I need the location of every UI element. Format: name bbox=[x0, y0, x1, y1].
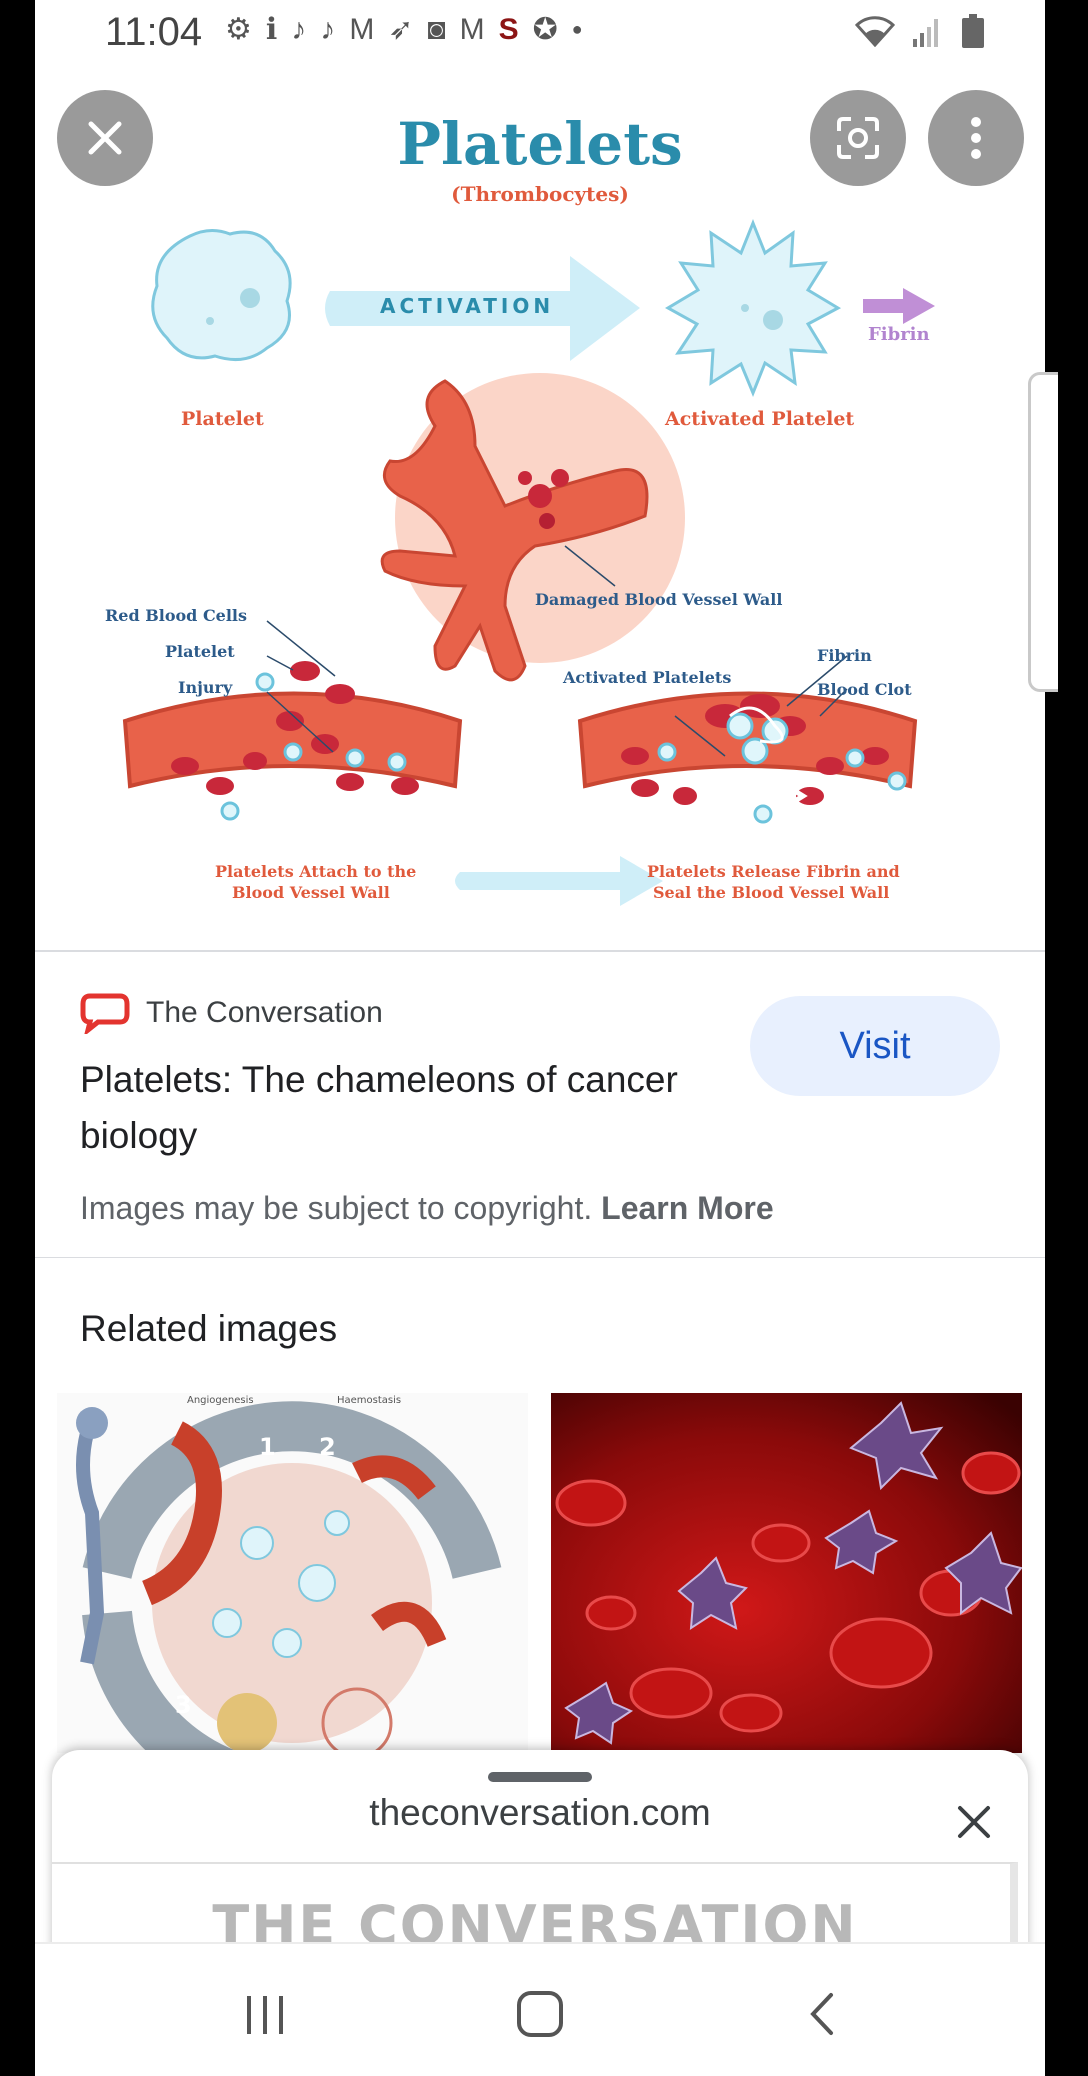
label-fibrin-small: Fibrin bbox=[817, 646, 872, 665]
signal-icon bbox=[913, 19, 938, 47]
close-icon bbox=[88, 121, 122, 155]
label-fibrin: Fibrin bbox=[868, 324, 930, 345]
related-image-thumbnail[interactable] bbox=[551, 1393, 1022, 1753]
label-activation: ACTIVATION bbox=[380, 294, 555, 318]
image-subtitle: (Thrombocytes) bbox=[451, 182, 629, 206]
thumb-label-3: 3 bbox=[175, 1691, 192, 1719]
sprint-icon: ➶ bbox=[388, 13, 414, 46]
thumb-label-angiogenesis: Angiogenesis bbox=[187, 1395, 254, 1406]
recent-apps-icon bbox=[247, 1996, 283, 2034]
more-options-button[interactable] bbox=[928, 90, 1024, 186]
info-icon: ℹ bbox=[265, 13, 278, 46]
thumb-label-2: 2 bbox=[319, 1433, 336, 1461]
system-status bbox=[855, 14, 985, 48]
google-lens-icon bbox=[837, 117, 879, 159]
stanford-icon: S bbox=[498, 12, 519, 46]
label-injury: Injury bbox=[178, 678, 233, 697]
the-conversation-logo-icon bbox=[80, 993, 130, 1034]
close-viewer-button[interactable] bbox=[57, 90, 153, 186]
notification-icons: ⚙ ℹ ♪ ♪ M ➶ ◙ M S ✪ ● bbox=[225, 12, 583, 47]
sheet-drag-handle[interactable] bbox=[488, 1772, 592, 1782]
divider bbox=[35, 1257, 1045, 1258]
navigation-bar bbox=[35, 1942, 1045, 2076]
thumb-label-1: 1 bbox=[259, 1433, 276, 1461]
related-images-heading: Related images bbox=[80, 1308, 338, 1349]
recent-apps-button[interactable] bbox=[235, 1984, 295, 2044]
thumb-label-haemostasis: Haemostasis bbox=[337, 1395, 402, 1406]
sheet-url: theconversation.com bbox=[369, 1792, 711, 1833]
copyright-notice: Images may be subject to copyright. Lear… bbox=[80, 1190, 774, 1227]
result-title[interactable]: Platelets: The chameleons of cancer biol… bbox=[80, 1052, 680, 1164]
back-icon bbox=[810, 1993, 833, 2035]
label-attach-line2: Blood Vessel Wall bbox=[232, 883, 390, 902]
visit-button[interactable]: Visit bbox=[750, 996, 1000, 1096]
settings-icon: ⚙ bbox=[225, 13, 252, 46]
status-bar: 11:04 ⚙ ℹ ♪ ♪ M ➶ ◙ M S ✪ ● bbox=[35, 0, 1045, 66]
wifi-icon bbox=[855, 16, 895, 47]
label-blood-clot: Blood Clot bbox=[817, 680, 912, 699]
label-platelet: Platelet bbox=[181, 408, 264, 430]
sheet-close-button[interactable] bbox=[952, 1800, 996, 1844]
phone-screen: 11:04 ⚙ ℹ ♪ ♪ M ➶ ◙ M S ✪ ● Platelets (T… bbox=[35, 0, 1045, 2076]
tiktok-icon: ♪ bbox=[320, 12, 336, 46]
label-platelet-small: Platelet bbox=[165, 642, 235, 661]
tiktok-icon: ♪ bbox=[291, 12, 307, 46]
gmail-icon: M bbox=[459, 12, 485, 46]
blood-cells-photo-image bbox=[551, 1393, 1022, 1753]
gmail-icon: M bbox=[349, 12, 375, 46]
back-button[interactable] bbox=[793, 1984, 853, 2044]
label-attach-line1: Platelets Attach to the bbox=[215, 862, 417, 881]
image-viewer[interactable]: Platelets (Thrombocytes) ACTIVATION Plat… bbox=[35, 66, 1045, 950]
home-icon bbox=[517, 1991, 563, 2037]
home-button[interactable] bbox=[510, 1984, 570, 2044]
learn-more-link[interactable]: Learn More bbox=[601, 1190, 773, 1226]
lens-button[interactable] bbox=[810, 90, 906, 186]
star-icon: ✪ bbox=[532, 13, 558, 46]
label-damaged-wall: Damaged Blood Vessel Wall bbox=[535, 590, 783, 609]
battery-icon bbox=[962, 14, 984, 48]
more-notifications-icon: ● bbox=[571, 19, 583, 39]
label-release-line1: Platelets Release Fibrin and bbox=[647, 862, 900, 881]
angiogenesis-diagram-image bbox=[57, 1393, 528, 1753]
related-image-thumbnail[interactable]: Angiogenesis Haemostasis 1 2 3 bbox=[57, 1393, 528, 1753]
source-name: The Conversation bbox=[146, 996, 383, 1029]
status-time: 11:04 bbox=[105, 10, 203, 54]
label-release-line2: Seal the Blood Vessel Wall bbox=[653, 883, 890, 902]
label-red-blood-cells: Red Blood Cells bbox=[105, 606, 248, 625]
source-card: The Conversation Platelets: The chameleo… bbox=[35, 952, 1045, 1258]
close-icon bbox=[958, 1806, 990, 1838]
label-activated-platelet: Activated Platelet bbox=[665, 408, 855, 430]
edge-panel-handle[interactable] bbox=[1028, 372, 1058, 692]
source-row[interactable]: The Conversation bbox=[80, 992, 383, 1034]
copyright-text: Images may be subject to copyright. bbox=[80, 1190, 593, 1226]
more-vert-icon bbox=[971, 117, 981, 159]
clock-app-icon: ◙ bbox=[427, 12, 446, 46]
label-activated-platelets: Activated Platelets bbox=[563, 668, 732, 687]
